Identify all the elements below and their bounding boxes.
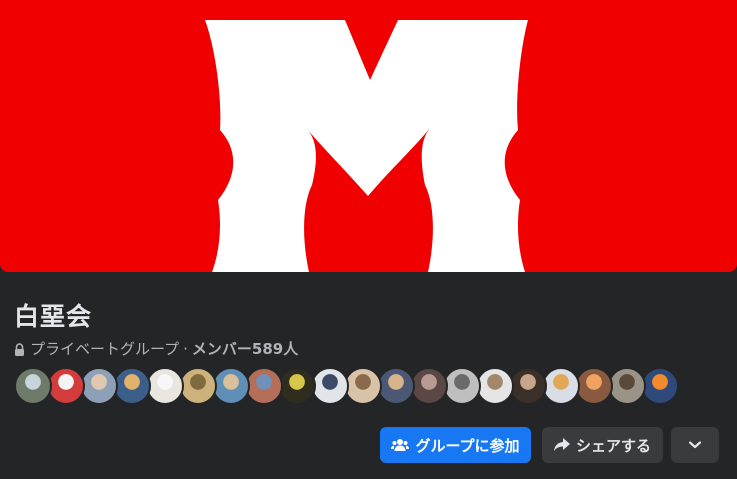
member-avatar[interactable]	[113, 367, 151, 405]
member-avatar[interactable]	[146, 367, 184, 405]
member-avatar[interactable]	[608, 367, 646, 405]
share-button[interactable]: シェアする	[542, 427, 663, 463]
member-avatar[interactable]	[47, 367, 85, 405]
group-icon	[391, 438, 410, 452]
join-group-label: グループに参加	[415, 436, 520, 455]
member-avatar[interactable]	[80, 367, 118, 405]
group-cover-photo[interactable]	[0, 0, 737, 272]
join-group-button[interactable]: グループに参加	[380, 427, 531, 463]
group-title: 白堊会	[14, 302, 93, 331]
member-avatar[interactable]	[344, 367, 382, 405]
member-avatar[interactable]	[410, 367, 448, 405]
member-avatar[interactable]	[212, 367, 250, 405]
privacy-label: プライベートグループ	[30, 340, 180, 358]
member-avatar[interactable]	[443, 367, 481, 405]
share-label: シェアする	[575, 436, 651, 455]
member-avatar[interactable]	[14, 367, 52, 405]
member-avatar[interactable]	[575, 367, 613, 405]
cover-m-logo	[205, 20, 528, 272]
meta-separator: ·	[183, 339, 188, 358]
member-avatar-list	[14, 367, 679, 405]
chevron-down-icon	[689, 441, 701, 449]
member-avatar[interactable]	[542, 367, 580, 405]
member-avatar[interactable]	[311, 367, 349, 405]
share-arrow-icon	[553, 438, 570, 452]
member-avatar[interactable]	[278, 367, 316, 405]
member-count[interactable]: メンバー589人	[192, 338, 298, 359]
member-avatar[interactable]	[641, 367, 679, 405]
group-meta: プライベートグループ · メンバー589人	[14, 338, 298, 359]
lock-icon	[14, 342, 26, 356]
member-avatar[interactable]	[476, 367, 514, 405]
member-avatar[interactable]	[179, 367, 217, 405]
more-options-button[interactable]	[671, 427, 719, 463]
member-avatar[interactable]	[377, 367, 415, 405]
member-avatar[interactable]	[245, 367, 283, 405]
member-avatar[interactable]	[509, 367, 547, 405]
